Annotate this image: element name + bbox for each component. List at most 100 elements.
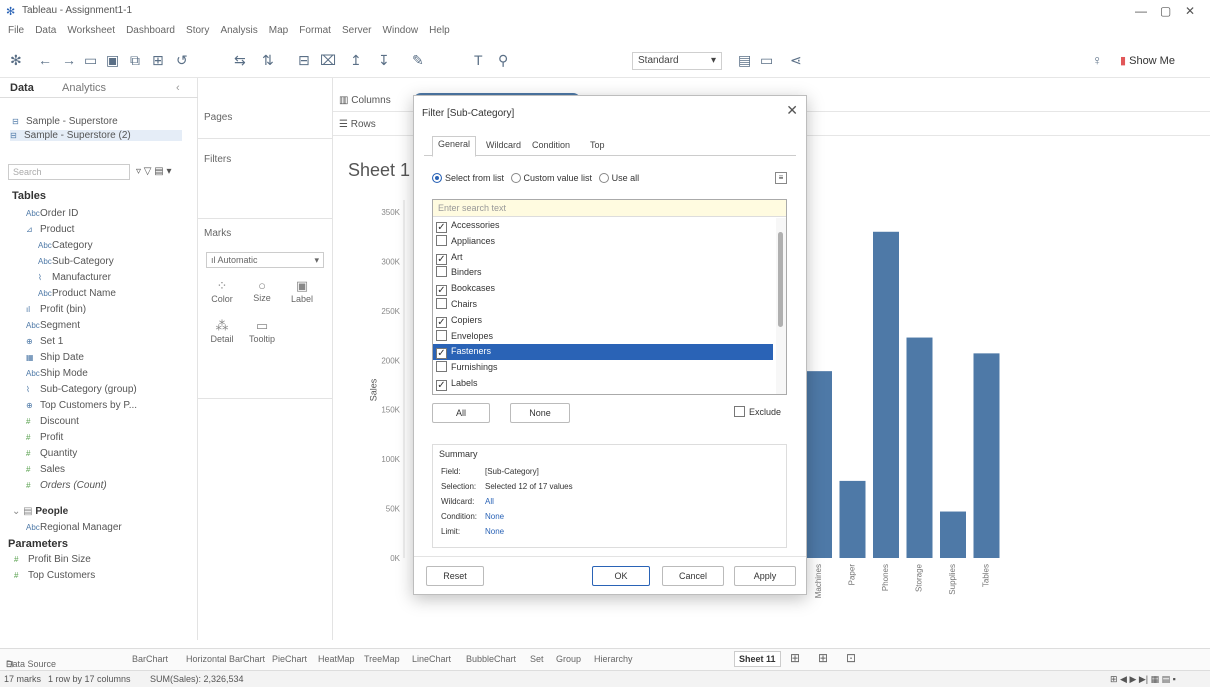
back-icon[interactable]: ← bbox=[38, 52, 52, 68]
mark-type-select[interactable]: ıl Automatic ▾ bbox=[206, 252, 324, 268]
bar[interactable] bbox=[873, 231, 899, 558]
checkbox-icon[interactable] bbox=[436, 297, 447, 309]
field-item[interactable]: ⌇ Manufacturer bbox=[38, 272, 111, 283]
new-worksheet-icon[interactable]: ⊞ bbox=[790, 651, 800, 665]
parameter-item[interactable]: # Profit Bin Size bbox=[14, 554, 91, 565]
show-cards-icon[interactable]: ▤ bbox=[738, 52, 751, 69]
datasource-item-active[interactable]: ⊟ Sample - Superstore (2) bbox=[10, 130, 182, 141]
field-item[interactable]: # Orders (Count) bbox=[26, 480, 107, 491]
tab-sheet[interactable]: TreeMap bbox=[364, 654, 400, 664]
menu-map[interactable]: Map bbox=[269, 25, 288, 36]
values-scrollbar[interactable] bbox=[776, 218, 786, 394]
field-item[interactable]: ▦ Ship Date bbox=[26, 352, 84, 363]
radio-select-from-list[interactable]: Select from list bbox=[432, 173, 504, 183]
field-item[interactable]: AbcSub-Category bbox=[38, 256, 114, 267]
tab-sheet[interactable]: Hierarchy bbox=[594, 654, 633, 664]
label-button[interactable]: ▣ Label bbox=[286, 278, 318, 304]
field-item[interactable]: ⊕ Top Customers by P... bbox=[26, 400, 137, 411]
bar[interactable] bbox=[806, 371, 832, 558]
field-item[interactable]: # Sales bbox=[26, 464, 65, 475]
menu-server[interactable]: Server bbox=[342, 25, 371, 36]
tab-analytics[interactable]: Analytics bbox=[62, 82, 106, 94]
checkbox-icon[interactable] bbox=[436, 234, 447, 246]
parameter-item[interactable]: # Top Customers bbox=[14, 570, 95, 581]
color-button[interactable]: ⁘ Color bbox=[206, 278, 238, 304]
new-datasource-icon[interactable]: ⧉ bbox=[130, 52, 140, 69]
field-item[interactable]: ⊿ Product bbox=[26, 224, 74, 235]
checkbox-checked-icon[interactable]: ✓ bbox=[436, 379, 447, 391]
checkbox-checked-icon[interactable]: ✓ bbox=[436, 285, 447, 297]
tab-sheet[interactable]: Group bbox=[556, 654, 581, 664]
sheet-nav-icon[interactable]: ⊞ ◀ ▶ ▶| ▦ ▤ ▪ bbox=[1110, 674, 1176, 685]
share-icon[interactable]: ⋖ bbox=[790, 52, 802, 69]
show-me-button[interactable]: ▮ Show Me bbox=[1120, 54, 1175, 67]
value-item[interactable]: Furnishings bbox=[433, 360, 773, 376]
cancel-button[interactable]: Cancel bbox=[662, 566, 724, 586]
exclude-checkbox[interactable]: Exclude bbox=[734, 406, 781, 417]
menu-analysis[interactable]: Analysis bbox=[220, 25, 257, 36]
value-item[interactable]: ✓ Fasteners bbox=[433, 344, 773, 361]
clear-sheet-icon[interactable]: ⌧ bbox=[320, 52, 336, 69]
fit-select[interactable]: Standard ▾ bbox=[632, 52, 722, 70]
bar[interactable] bbox=[839, 480, 866, 558]
menu-help[interactable]: Help bbox=[429, 25, 450, 36]
value-item[interactable]: ✓ Bookcases bbox=[433, 281, 773, 297]
tab-sheet[interactable]: BubbleChart bbox=[466, 654, 516, 664]
value-item[interactable]: Appliances bbox=[433, 234, 773, 250]
swap-icon[interactable]: ⇆ bbox=[234, 52, 246, 69]
forward-icon[interactable]: → bbox=[62, 52, 76, 68]
value-item[interactable]: ✓ Art bbox=[433, 250, 773, 266]
value-item[interactable]: ✓ Labels bbox=[433, 376, 773, 392]
bar[interactable] bbox=[973, 353, 1000, 558]
value-item[interactable]: Envelopes bbox=[433, 329, 773, 345]
field-item[interactable]: # Discount bbox=[26, 416, 79, 427]
tab-general[interactable]: General bbox=[432, 136, 477, 157]
checkbox-checked-icon[interactable]: ✓ bbox=[436, 316, 447, 328]
tooltip-button[interactable]: ▭ Tooltip bbox=[246, 318, 278, 344]
sort-desc-icon[interactable]: ↧ bbox=[378, 52, 390, 69]
sort-asc-icon[interactable]: ↥ bbox=[350, 52, 362, 69]
maximize-icon[interactable]: ▢ bbox=[1160, 4, 1171, 18]
none-button[interactable]: None bbox=[510, 403, 570, 423]
checkbox-checked-icon[interactable]: ✓ bbox=[436, 222, 447, 233]
sort-icon[interactable]: ⇅ bbox=[262, 52, 274, 69]
field-item[interactable]: AbcShip Mode bbox=[26, 368, 88, 379]
new-story-icon[interactable]: ⊡ bbox=[846, 651, 856, 665]
ok-button[interactable]: OK bbox=[592, 566, 650, 586]
bar[interactable] bbox=[940, 511, 966, 558]
tab-data[interactable]: Data bbox=[10, 82, 34, 94]
tab-sheet[interactable]: Horizontal BarChart bbox=[186, 654, 265, 664]
new-worksheet-icon[interactable]: ⊞ bbox=[152, 52, 164, 69]
datasource-item[interactable]: ⊟ Sample - Superstore bbox=[12, 116, 118, 127]
value-item[interactable]: Chairs bbox=[433, 297, 773, 313]
value-item[interactable]: Binders bbox=[433, 265, 773, 281]
field-search-input[interactable]: Search bbox=[8, 164, 130, 180]
field-item[interactable]: ⌇ Sub-Category (group) bbox=[26, 384, 137, 395]
values-search-input[interactable]: Enter search text bbox=[433, 200, 786, 217]
tab-top[interactable]: Top bbox=[590, 140, 605, 150]
menu-story[interactable]: Story bbox=[186, 25, 209, 36]
highlight-icon[interactable]: ✎ bbox=[412, 52, 424, 69]
field-item[interactable]: # Quantity bbox=[26, 448, 77, 459]
checkbox-icon[interactable] bbox=[436, 266, 447, 278]
field-item[interactable]: ⊕ Set 1 bbox=[26, 336, 63, 347]
menu-worksheet[interactable]: Worksheet bbox=[67, 25, 115, 36]
close-icon[interactable]: ✕ bbox=[1185, 4, 1195, 18]
list-options-icon[interactable]: ≡ bbox=[775, 172, 787, 184]
group-icon[interactable]: ⊟ bbox=[298, 52, 310, 69]
tab-sheet[interactable]: LineChart bbox=[412, 654, 451, 664]
apply-button[interactable]: Apply bbox=[734, 566, 796, 586]
all-button[interactable]: All bbox=[432, 403, 490, 423]
menu-format[interactable]: Format bbox=[299, 25, 331, 36]
undo-icon[interactable]: ↺ bbox=[176, 52, 188, 69]
reset-button[interactable]: Reset bbox=[426, 566, 484, 586]
size-button[interactable]: ○ Size bbox=[246, 278, 278, 303]
radio-use-all[interactable]: Use all bbox=[598, 173, 639, 183]
tab-sheet[interactable]: BarChart bbox=[132, 654, 168, 664]
field-item[interactable]: ıl Profit (bin) bbox=[26, 304, 86, 315]
minimize-icon[interactable]: — bbox=[1135, 4, 1147, 18]
tab-condition[interactable]: Condition bbox=[532, 140, 570, 150]
menu-dashboard[interactable]: Dashboard bbox=[126, 25, 175, 36]
menu-file[interactable]: File bbox=[8, 25, 24, 36]
field-item[interactable]: AbcOrder ID bbox=[26, 208, 78, 219]
